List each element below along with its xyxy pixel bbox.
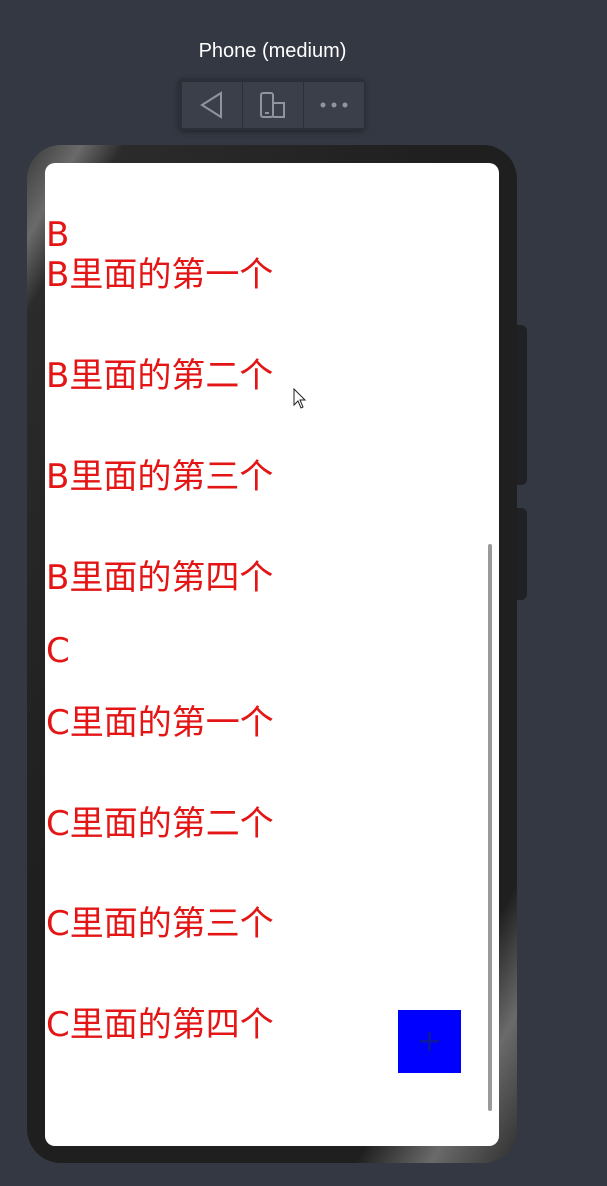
add-button[interactable]: + <box>398 1010 461 1073</box>
rotate-device-button[interactable] <box>243 82 303 128</box>
list-item[interactable]: B里面的第二个 <box>46 356 273 396</box>
list-item[interactable]: C里面的第四个 <box>46 1005 274 1045</box>
device-title: Phone (medium) <box>198 40 347 62</box>
list-item[interactable]: B里面的第四个 <box>46 558 273 598</box>
list-group-header: C <box>46 631 70 671</box>
phone-screen: B B里面的第一个 B里面的第二个 B里面的第三个 B里面的第四个 C C里面的… <box>45 163 499 1146</box>
more-options-button[interactable] <box>304 82 364 128</box>
mouse-cursor-icon <box>293 388 307 409</box>
list-group-header: B <box>46 215 70 255</box>
list-item[interactable]: C里面的第二个 <box>46 804 274 844</box>
back-triangle-icon <box>200 91 222 119</box>
list-item[interactable]: B里面的第三个 <box>46 457 273 497</box>
list-item[interactable]: C里面的第一个 <box>46 703 274 743</box>
more-dots-icon <box>320 102 348 108</box>
device-toolbar <box>178 78 365 130</box>
list-item[interactable]: B里面的第一个 <box>46 255 273 295</box>
rotate-device-icon <box>260 92 285 118</box>
plus-icon: + <box>416 1024 443 1059</box>
list-item[interactable]: C里面的第三个 <box>46 904 274 944</box>
back-button[interactable] <box>182 82 242 128</box>
list-scrollbar[interactable] <box>488 544 492 1111</box>
